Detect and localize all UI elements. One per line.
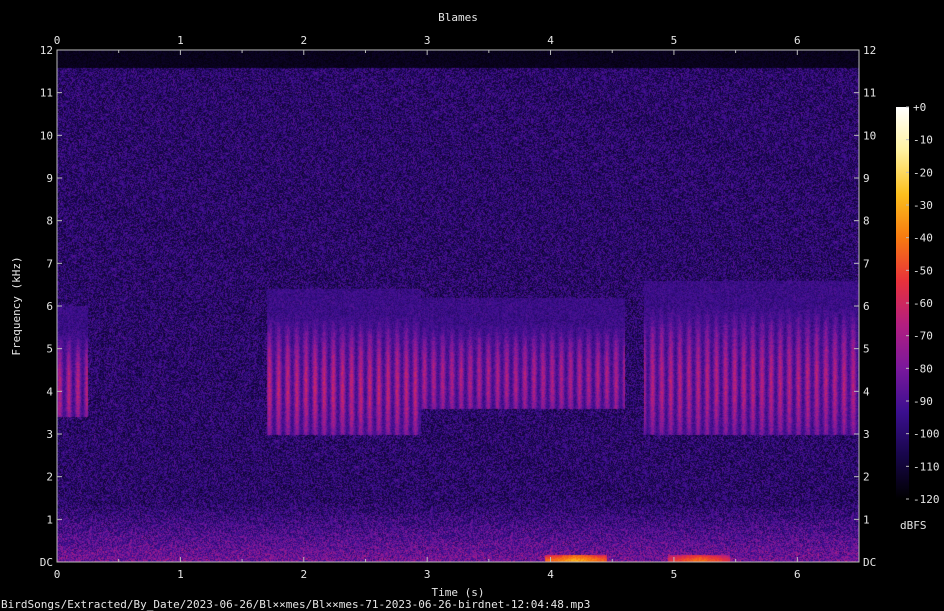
y-tick-label: 9 (46, 172, 53, 185)
y-tick-label: 10 (40, 129, 53, 142)
x-tick-label: 0 (54, 568, 61, 581)
x-tick-label: 5 (671, 568, 678, 581)
y-tick-label: 11 (40, 87, 53, 100)
y-tick-label: 5 (46, 343, 53, 356)
chart-title: Blames (438, 11, 478, 24)
y-tick-label-right: 3 (863, 428, 870, 441)
colorbar-tick-label: -80 (913, 362, 933, 375)
x-tick-label-top: 3 (424, 34, 431, 47)
y-tick-label-right: 10 (863, 129, 876, 142)
y-tick-label: 8 (46, 215, 53, 228)
x-tick-label: 3 (424, 568, 431, 581)
file-path-caption: BirdSongs/Extracted/By_Date/2023-06-26/B… (1, 598, 590, 611)
y-tick-label: 12 (40, 44, 53, 57)
colorbar-tick-label: -90 (913, 395, 933, 408)
x-tick-label-top: 5 (671, 34, 678, 47)
colorbar-tick-label: -30 (913, 199, 933, 212)
colorbar-tick-label: -100 (913, 428, 940, 441)
colorbar-label: dBFS (900, 519, 927, 532)
y-tick-label: 6 (46, 300, 53, 313)
colorbar-tick-label: -10 (913, 134, 933, 147)
spectrogram-figure: Blames 00112233445566DC DC1 12 23 34 45 56 67 78… (1, 11, 940, 611)
x-tick-label-top: 4 (547, 34, 554, 47)
colorbar: +0 -10 -20 -30 -40 -50 -60 -70 -80 -90 -100 -110 -12… (896, 101, 940, 506)
y-tick-label-right: 11 (863, 87, 876, 100)
y-tick-label-right: 5 (863, 343, 870, 356)
x-tick-label-top: 6 (794, 34, 801, 47)
x-tick-label-top: 1 (177, 34, 184, 47)
colorbar-tick-label: -120 (913, 493, 940, 506)
y-tick-label: 4 (46, 385, 53, 398)
y-tick-label: 7 (46, 257, 53, 270)
y-tick-label-right: 4 (863, 385, 870, 398)
y-tick-label-right: 7 (863, 257, 870, 270)
y-tick-label-right: 6 (863, 300, 870, 313)
y-tick-label: 3 (46, 428, 53, 441)
colorbar-tick-label: -60 (913, 297, 933, 310)
y-tick-label-right: 8 (863, 215, 870, 228)
x-tick-label: 1 (177, 568, 184, 581)
y-tick-label-right: 9 (863, 172, 870, 185)
x-tick-label: 2 (300, 568, 307, 581)
colorbar-tick-label: -20 (913, 166, 933, 179)
x-tick-label: 4 (547, 568, 554, 581)
y-tick-label: 2 (46, 471, 53, 484)
spectrogram-plot (57, 50, 859, 562)
y-tick-label: DC (40, 556, 53, 569)
colorbar-tick-label: -40 (913, 232, 933, 245)
y-axis-label: Frequency (kHz) (10, 256, 23, 355)
colorbar-tick-label: +0 (913, 101, 926, 114)
x-tick-label-top: 0 (54, 34, 61, 47)
x-tick-label: 6 (794, 568, 801, 581)
spectrogram-image (57, 50, 859, 562)
colorbar-tick-label: -110 (913, 460, 940, 473)
y-tick-label-right: 12 (863, 44, 876, 57)
y-tick-label-right: DC (863, 556, 876, 569)
colorbar-tick-label: -50 (913, 264, 933, 277)
colorbar-tick-label: -70 (913, 330, 933, 343)
y-tick-label: 1 (46, 513, 53, 526)
y-tick-label-right: 1 (863, 513, 870, 526)
y-tick-label-right: 2 (863, 471, 870, 484)
x-tick-label-top: 2 (300, 34, 307, 47)
